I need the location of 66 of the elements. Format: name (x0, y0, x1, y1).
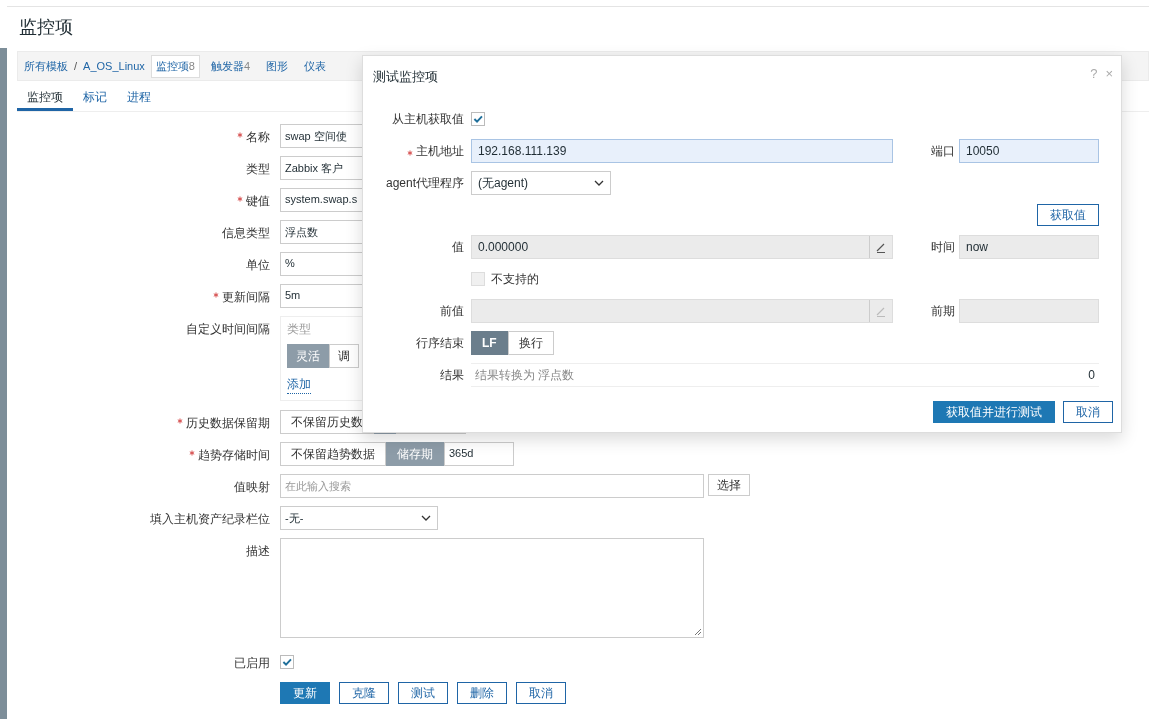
field-label: 主机地址 (416, 142, 464, 160)
value-field: 0.000000 (471, 235, 893, 259)
field-label: 描述 (246, 543, 270, 560)
resize-grip-icon (694, 628, 702, 636)
input-field[interactable]: 192.168.111.139 (471, 139, 893, 163)
checkbox-label: 不支持的 (491, 270, 539, 288)
field-label: 填入主机资产纪录栏位 (150, 511, 270, 528)
checkbox[interactable] (280, 655, 294, 669)
column-header: 类型 (287, 321, 311, 338)
dialog-title: 测试监控项 (373, 68, 438, 86)
time-field: now (959, 235, 1099, 259)
field-label: 键值 (246, 193, 270, 210)
checkbox[interactable] (471, 272, 485, 286)
nav-tab[interactable]: 触发器4 (205, 54, 256, 78)
field-label: agent代理程序 (385, 174, 464, 192)
tab[interactable]: 进程 (117, 81, 161, 111)
dropdown[interactable]: (无agent) (471, 171, 611, 195)
field-label: 已启用 (234, 655, 270, 672)
dialog-button[interactable]: 取消 (1063, 401, 1113, 423)
field-label: 行序结束 (416, 334, 464, 352)
field-label: 信息类型 (222, 225, 270, 242)
field-label: 自定义时间间隔 (186, 321, 270, 338)
field-label: 值 (452, 238, 464, 256)
nav-tab[interactable]: 监控项8 (150, 54, 200, 78)
tab[interactable]: 标记 (73, 81, 117, 111)
field-label: 更新间隔 (222, 289, 270, 306)
field-label: 名称 (246, 129, 270, 146)
field-label: 前期 (931, 302, 955, 320)
dropdown[interactable]: -无- (280, 506, 438, 530)
field-label: 端口 (931, 142, 955, 160)
caret-icon (421, 515, 431, 521)
field-label: 类型 (246, 161, 270, 178)
add-link[interactable]: 添加 (287, 376, 311, 394)
checkbox[interactable] (471, 112, 485, 126)
field-label: 趋势存储时间 (198, 447, 270, 464)
breadcrumb-separator: / (74, 60, 78, 72)
nav-tab[interactable]: 图形 (261, 54, 294, 78)
breadcrumb-link[interactable]: 所有模板 (24, 58, 68, 74)
form-button[interactable]: 取消 (516, 682, 566, 704)
field-label: 前值 (440, 302, 464, 320)
field-label: 结果 (440, 366, 464, 384)
segment-button[interactable]: 调 (329, 344, 359, 368)
dialog-button[interactable]: 获取值并进行测试 (933, 401, 1055, 423)
result-text: 结果转换为 浮点数 (475, 366, 575, 384)
get-value-button[interactable]: 获取值 (1037, 204, 1099, 226)
input-field[interactable]: 365d (444, 442, 514, 466)
select-button[interactable]: 选择 (708, 474, 750, 496)
field-label: 历史数据保留期 (186, 415, 270, 432)
form-button[interactable]: 测试 (398, 682, 448, 704)
nav-tab[interactable]: 仪表 (299, 54, 332, 78)
input-field[interactable]: 10050 (959, 139, 1099, 163)
segment-button[interactable]: LF (471, 331, 508, 355)
form-button[interactable]: 删除 (457, 682, 507, 704)
breadcrumb-link[interactable]: A_OS_Linux (83, 60, 145, 72)
segment-button[interactable]: 换行 (507, 331, 554, 355)
segment-button[interactable]: 不保留趋势数据 (280, 442, 386, 466)
caret-icon (594, 180, 604, 186)
field-label: 单位 (246, 257, 270, 274)
form-button[interactable]: 更新 (280, 682, 330, 704)
form-button[interactable]: 克隆 (339, 682, 389, 704)
field-label: 值映射 (234, 479, 270, 496)
result-value: 0 (1088, 368, 1095, 382)
tab[interactable]: 监控项 (17, 81, 73, 111)
field-label: 时间 (931, 238, 955, 256)
field-label: 从主机获取值 (392, 110, 464, 128)
page-title: 监控项 (18, 16, 74, 39)
